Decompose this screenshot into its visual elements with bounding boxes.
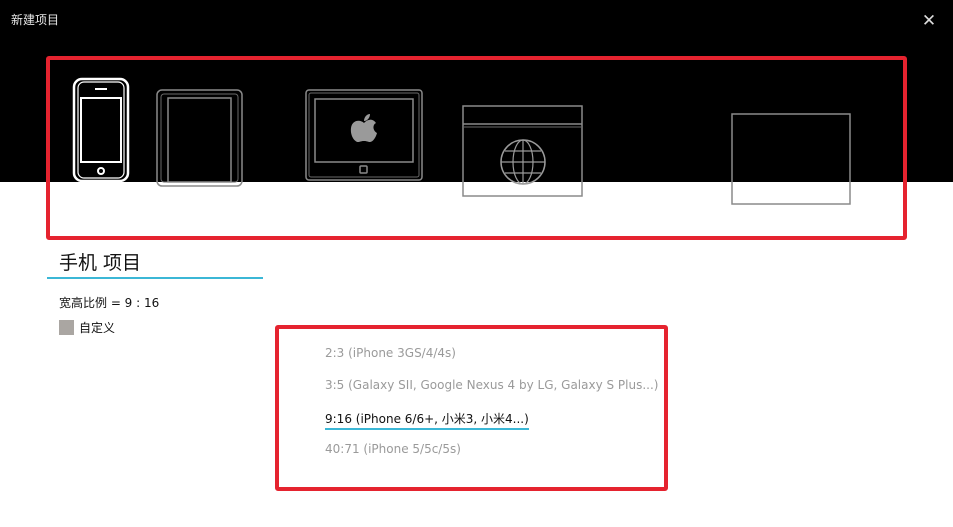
custom-checkbox[interactable] xyxy=(59,319,74,335)
custom-label: 自定义 xyxy=(79,320,116,335)
aspect-ratio-label: 宽高比例 = 9 : 16 xyxy=(59,296,160,310)
close-button[interactable]: ✕ xyxy=(919,10,939,32)
device-custom-screen[interactable] xyxy=(731,113,851,205)
ratio-option-3-5[interactable]: 3:5 (Galaxy SII, Google Nexus 4 by LG, G… xyxy=(325,378,658,392)
device-apple-tv[interactable] xyxy=(305,89,423,182)
project-title: 手机 项目 xyxy=(59,252,142,274)
close-icon: ✕ xyxy=(921,11,937,31)
phone-icon xyxy=(72,77,130,183)
tablet-icon xyxy=(156,89,243,187)
title-underline xyxy=(47,277,263,279)
screen-icon xyxy=(731,113,851,205)
ratio-option-40-71[interactable]: 40:71 (iPhone 5/5c/5s) xyxy=(325,442,461,456)
dialog-title: 新建项目 xyxy=(11,13,60,27)
device-tablet[interactable] xyxy=(156,88,243,187)
ratio-option-2-3[interactable]: 2:3 (iPhone 3GS/4/4s) xyxy=(325,346,456,360)
web-globe-icon xyxy=(462,105,583,197)
custom-ratio-toggle[interactable]: 自定义 xyxy=(59,319,115,335)
apple-tv-icon xyxy=(305,89,423,181)
device-web[interactable] xyxy=(462,105,583,197)
device-phone[interactable] xyxy=(72,77,130,183)
ratio-option-9-16[interactable]: 9:16 (iPhone 6/6+, 小米3, 小米4...) xyxy=(325,410,529,430)
